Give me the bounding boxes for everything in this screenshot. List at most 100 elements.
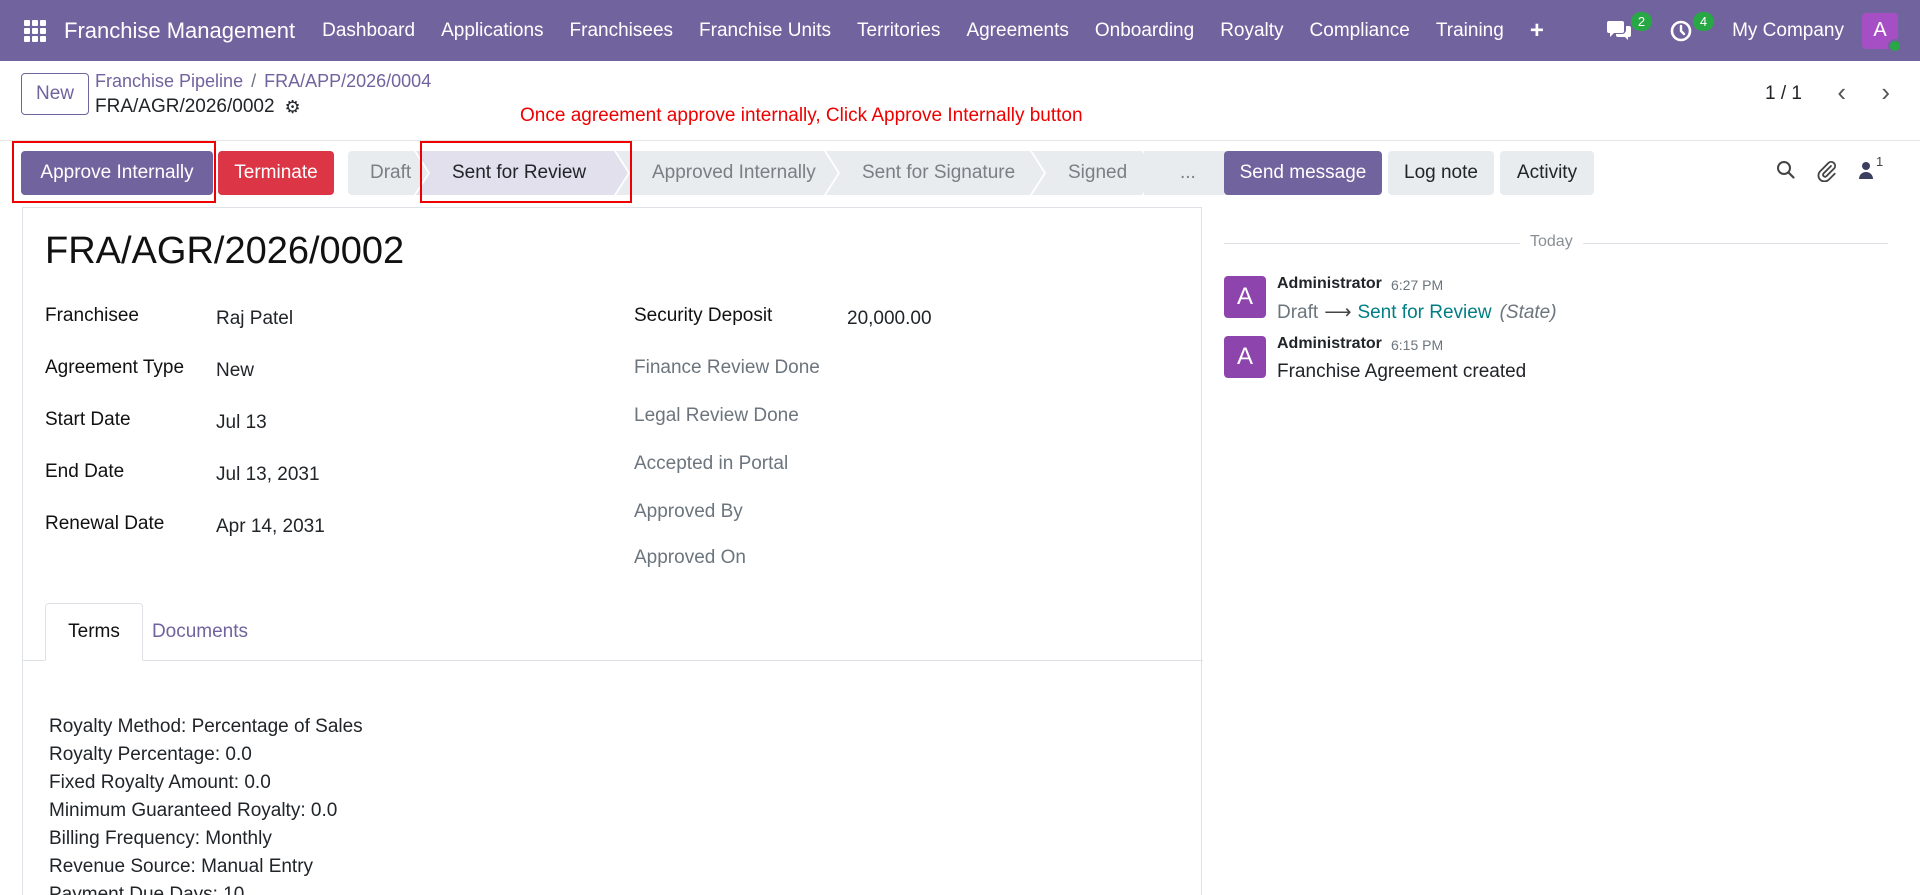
messaging-button[interactable]: 2 [1602,11,1653,48]
activities-count-badge: 4 [1692,11,1715,31]
pager-value[interactable]: 1 / 1 [1765,83,1802,105]
tracking-field-name: (State) [1499,302,1557,323]
security-deposit-value[interactable]: 20,000.00 [847,308,932,330]
approve-internally-button[interactable]: Approve Internally [21,151,213,195]
menu-training[interactable]: Training [1423,20,1517,42]
clock-icon [1670,20,1692,41]
terms-line: Royalty Percentage: 0.0 [49,744,252,765]
tracking-old-value: Draft [1277,302,1319,323]
app-brand[interactable]: Franchise Management [64,18,295,44]
company-switcher[interactable]: My Company [1732,20,1844,42]
activity-button[interactable]: Activity [1500,151,1594,195]
terms-line: Revenue Source: Manual Entry [49,856,314,877]
notebook-tabs: Terms Documents [23,603,1203,661]
paperclip-icon[interactable] [1816,160,1838,188]
message-author[interactable]: Administrator [1277,275,1382,293]
stage-approved-internally[interactable]: Approved Internally [616,151,838,195]
message-author[interactable]: Administrator [1277,335,1382,353]
log-note-button[interactable]: Log note [1388,151,1494,195]
menu-compliance[interactable]: Compliance [1297,20,1423,42]
agreement-title: FRA/AGR/2026/0002 [45,230,405,272]
stage-sent-for-review[interactable]: Sent for Review [416,151,628,195]
menu-franchise-units[interactable]: Franchise Units [686,20,844,42]
add-menu-plus-icon[interactable]: + [1517,17,1557,45]
chevron-left-icon[interactable]: ‹ [1837,77,1846,108]
approved-on-label: Approved On [634,547,746,568]
breadcrumb-item-application[interactable]: FRA/APP/2026/0004 [264,71,431,91]
menu-territories[interactable]: Territories [844,20,953,42]
gear-icon[interactable]: ⚙ [285,97,301,118]
terms-line: Minimum Guaranteed Royalty: 0.0 [49,800,338,821]
top-navbar: Franchise Management Dashboard Applicati… [0,0,1920,61]
agreement-type-label: Agreement Type [45,357,185,378]
approved-by-label: Approved By [634,501,743,522]
end-date-label: End Date [45,461,125,482]
user-avatar-initial: A [1873,19,1887,41]
navbar-systray: 2 4 My Company A [1602,0,1920,61]
terms-line: Payment Due Days: 10 [49,884,245,895]
chevron-right-icon[interactable]: › [1881,77,1890,108]
legal-review-done-label: Legal Review Done [634,405,799,426]
apps-grid-icon[interactable] [24,19,46,42]
terminate-button[interactable]: Terminate [218,151,334,195]
terms-line: Billing Frequency: Monthly [49,828,272,849]
new-button[interactable]: New [21,73,89,115]
tracking-message-body: Draft ⟶ Sent for Review (State) [1277,301,1557,324]
user-avatar[interactable]: A [1862,12,1902,53]
start-date-label: Start Date [45,409,131,430]
menu-onboarding[interactable]: Onboarding [1082,20,1207,42]
accepted-in-portal-label: Accepted in Portal [634,453,789,474]
menu-dashboard[interactable]: Dashboard [309,20,428,42]
day-separator-label: Today [1520,233,1583,251]
stage-more[interactable]: ... [1144,151,1228,195]
franchisee-value[interactable]: Raj Patel [216,308,293,330]
message-author-avatar[interactable]: A [1224,276,1266,318]
menu-applications[interactable]: Applications [428,20,556,42]
message-body: Franchise Agreement created [1277,361,1527,382]
finance-review-done-label: Finance Review Done [634,357,820,378]
breadcrumb-item-pipeline[interactable]: Franchise Pipeline [95,71,243,91]
renewal-date-label: Renewal Date [45,513,165,534]
search-icon[interactable] [1776,160,1796,186]
activities-button[interactable]: 4 [1664,11,1715,48]
record-title: FRA/AGR/2026/0002 ⚙ [95,96,301,118]
menu-royalty[interactable]: Royalty [1207,20,1296,42]
message-time: 6:27 PM [1391,277,1444,293]
user-icon [1859,162,1873,179]
stage-draft[interactable]: Draft [348,151,428,195]
menu-franchisees[interactable]: Franchisees [557,20,687,42]
chat-bubbles-icon [1607,20,1632,40]
breadcrumb-separator: / [251,71,257,91]
security-deposit-label: Security Deposit [634,305,773,326]
stage-sent-for-signature[interactable]: Sent for Signature [826,151,1044,195]
messages-count-badge: 2 [1630,11,1653,31]
end-date-value[interactable]: Jul 13, 2031 [216,464,320,486]
menu-agreements[interactable]: Agreements [953,20,1081,42]
tab-documents[interactable]: Documents [145,603,255,661]
long-arrow-right-icon: ⟶ [1324,302,1352,323]
form-sheet: FRA/AGR/2026/0002 Franchisee Raj Patel A… [22,207,1203,895]
message-author-avatar[interactable]: A [1224,336,1266,378]
record-name-text: FRA/AGR/2026/0002 [95,96,275,117]
main-menu: Dashboard Applications Franchisees Franc… [309,17,1557,45]
online-status-dot [1888,38,1902,53]
tab-terms[interactable]: Terms [45,603,143,661]
form-action-bar: Approve Internally Terminate Draft Sent … [0,141,1228,207]
renewal-date-value[interactable]: Apr 14, 2031 [216,516,325,538]
control-panel: New Franchise Pipeline / FRA/APP/2026/0004… [0,61,1920,141]
tracking-new-value: Sent for Review [1357,302,1492,323]
agreement-type-value[interactable]: New [216,360,254,382]
status-bar: Draft Sent for Review Approved Internall… [348,151,1228,195]
instruction-annotation: Once agreement approve internally, Click… [520,105,1083,126]
terms-line: Royalty Method: Percentage of Sales [49,716,363,737]
terms-line: Fixed Royalty Amount: 0.0 [49,772,271,793]
message-time: 6:15 PM [1391,337,1444,353]
followers-button[interactable]: 1 [1858,154,1883,186]
franchisee-label: Franchisee [45,305,139,326]
breadcrumb: Franchise Pipeline / FRA/APP/2026/0004 [95,71,431,92]
send-message-button[interactable]: Send message [1224,151,1382,195]
terms-content: Royalty Method: Percentage of Sales Roya… [49,713,363,895]
start-date-value[interactable]: Jul 13 [216,412,267,434]
stage-signed[interactable]: Signed [1032,151,1156,195]
followers-count: 1 [1876,154,1884,169]
